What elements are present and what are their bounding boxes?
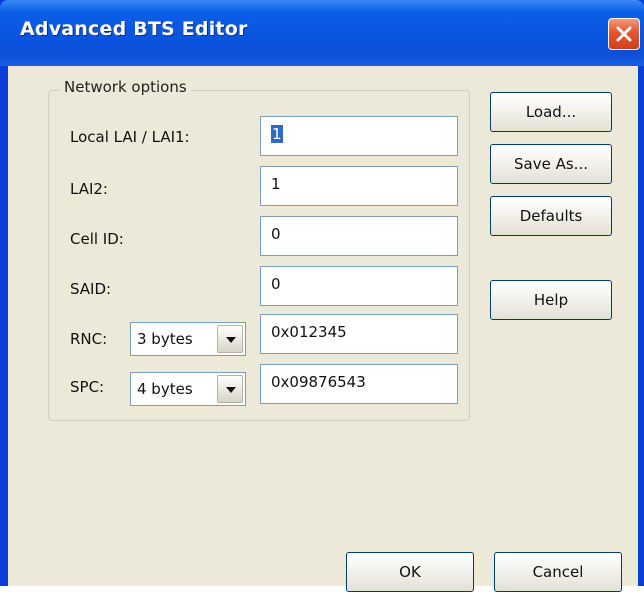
chevron-down-icon (226, 387, 236, 393)
said-value: 0 (271, 275, 281, 293)
dialog-window: Advanced BTS Editor Network options Loca… (0, 0, 644, 592)
spc-label: SPC: (70, 378, 105, 396)
local-lai-value: 1 (271, 125, 283, 143)
load-button[interactable]: Load... (490, 92, 612, 132)
local-lai-input[interactable]: 1 (260, 116, 458, 156)
rnc-value: 0x012345 (271, 323, 347, 341)
title-bar[interactable]: Advanced BTS Editor (0, 0, 644, 66)
said-input[interactable]: 0 (260, 266, 458, 306)
lai2-label: LAI2: (70, 180, 108, 198)
rnc-dropdown-button[interactable] (217, 325, 243, 353)
lai2-input[interactable]: 1 (260, 166, 458, 206)
rnc-size-select[interactable]: 3 bytes (130, 322, 246, 356)
cell-id-input[interactable]: 0 (260, 216, 458, 256)
cell-id-value: 0 (271, 225, 281, 243)
spc-size-select[interactable]: 4 bytes (130, 372, 246, 406)
close-icon (616, 26, 632, 42)
spc-dropdown-button[interactable] (217, 375, 243, 403)
rnc-size-value: 3 bytes (137, 330, 193, 348)
defaults-button[interactable]: Defaults (490, 196, 612, 236)
said-label: SAID: (70, 280, 112, 298)
cell-id-label: Cell ID: (70, 230, 124, 248)
save-as-button[interactable]: Save As... (490, 144, 612, 184)
cancel-button[interactable]: Cancel (494, 552, 622, 592)
ok-button[interactable]: OK (346, 552, 474, 592)
window-title: Advanced BTS Editor (20, 18, 248, 40)
rnc-value-input[interactable]: 0x012345 (260, 314, 458, 354)
chevron-down-icon (226, 337, 236, 343)
local-lai-label: Local LAI / LAI1: (70, 128, 190, 146)
rnc-label: RNC: (70, 330, 108, 348)
spc-value: 0x09876543 (271, 373, 366, 391)
spc-value-input[interactable]: 0x09876543 (260, 364, 458, 404)
close-button[interactable] (608, 18, 640, 50)
help-button[interactable]: Help (490, 280, 612, 320)
spc-size-value: 4 bytes (137, 380, 193, 398)
lai2-value: 1 (271, 175, 281, 193)
network-options-legend: Network options (60, 78, 191, 96)
